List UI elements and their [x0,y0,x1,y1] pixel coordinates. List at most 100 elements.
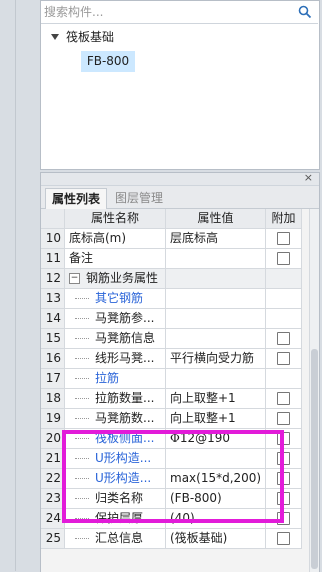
table-group-row[interactable]: 12 − 钢筋业务属性 [41,269,319,289]
property-value[interactable]: 平行横向受力筋 [166,349,266,369]
property-value[interactable] [166,329,266,349]
table-row[interactable]: 11 备注 [41,249,319,269]
attach-checkbox[interactable] [277,472,290,485]
property-value-text: 12@190 [179,431,231,445]
property-value[interactable]: (40) [166,509,266,529]
property-value[interactable]: (FB-800) [166,489,266,509]
property-name-text: 拉筋数量... [95,391,155,405]
attach-cell [266,449,302,469]
attach-checkbox[interactable] [277,512,290,525]
row-number: 16 [41,349,65,369]
table-row[interactable]: 22 U形构造... max(15*d,200) [41,469,319,489]
property-name-text: 汇总信息 [95,531,144,545]
attach-cell [266,249,302,269]
table-row[interactable]: 16 线形马凳... 平行横向受力筋 [41,349,319,369]
attach-cell [266,509,302,529]
attach-checkbox[interactable] [277,332,290,345]
table-row[interactable]: 15 马凳筋信息 [41,329,319,349]
expand-triangle-icon[interactable] [51,34,59,40]
table-row[interactable]: 23 归类名称 (FB-800) [41,489,319,509]
table-row[interactable]: 21 U形构造... [41,449,319,469]
row-number: 11 [41,249,65,269]
table-row[interactable]: 19 马凳筋数... 向上取整+1 [41,409,319,429]
row-number: 24 [41,509,65,529]
row-number: 10 [41,229,65,249]
search-box [41,1,318,24]
table-row[interactable]: 14 马凳筋参... [41,309,319,329]
property-name-text: 拉筋 [95,371,120,385]
attach-checkbox[interactable] [277,252,290,265]
property-value[interactable] [166,369,266,389]
attach-checkbox[interactable] [277,492,290,505]
property-value[interactable]: Φ12@190 [166,429,266,449]
attach-checkbox[interactable] [277,232,290,245]
table-row[interactable]: 17 拉筋 [41,369,319,389]
row-number: 21 [41,449,65,469]
tree-node-raft-foundation[interactable]: 筏板基础 [51,28,114,46]
component-tree-panel: 筏板基础 FB-800 [40,0,320,170]
row-number: 25 [41,529,65,549]
table-row[interactable]: 24 保护层厚... (40) [41,509,319,529]
attach-checkbox[interactable] [277,412,290,425]
table-row[interactable]: 25 汇总信息 (筏板基础) [41,529,319,549]
property-value[interactable] [166,449,266,469]
attach-checkbox[interactable] [277,532,290,545]
attach-checkbox[interactable] [277,452,290,465]
property-name: 备注 [65,249,166,269]
property-value[interactable] [166,309,266,329]
attach-cell [266,469,302,489]
attach-cell [266,369,302,389]
property-table: 属性名称 属性值 附加 10 底标高(m) 层底标高 11 备注 12 − 钢筋… [41,209,319,549]
attach-cell [266,309,302,329]
property-name-text: 马凳筋数... [95,411,155,425]
row-number: 23 [41,489,65,509]
row-number: 13 [41,289,65,309]
scrollbar-thumb[interactable] [311,349,318,569]
table-row[interactable]: 13 其它钢筋 [41,289,319,309]
table-header-row: 属性名称 属性值 附加 [41,209,319,229]
attach-cell [266,269,302,289]
attach-cell [266,289,302,309]
close-icon[interactable]: × [304,171,313,185]
tree-node-label: 筏板基础 [66,30,115,44]
property-value[interactable]: 向上取整+1 [166,409,266,429]
attach-checkbox[interactable] [277,352,290,365]
header-num-cell [41,209,65,229]
tree-line [75,377,89,380]
attach-checkbox[interactable] [277,392,290,405]
property-value[interactable] [166,289,266,309]
property-name: 马凳筋数... [65,409,166,429]
header-name: 属性名称 [65,209,166,229]
header-attach: 附加 [266,209,302,229]
table-row[interactable]: 10 底标高(m) 层底标高 [41,229,319,249]
property-name: 筏板侧面... [65,429,166,449]
tree-node-fb800[interactable]: FB-800 [81,51,135,72]
group-name-text: 钢筋业务属性 [86,271,159,285]
attach-cell [266,229,302,249]
property-name: 其它钢筋 [65,289,166,309]
tab-property-list[interactable]: 属性列表 [45,188,108,210]
vertical-scrollbar[interactable] [309,209,319,572]
property-name: 拉筋 [65,369,166,389]
row-number: 19 [41,409,65,429]
attach-cell [266,489,302,509]
collapse-icon[interactable]: − [69,273,80,284]
table-row[interactable]: 18 拉筋数量... 向上取整+1 [41,389,319,409]
property-value[interactable]: max(15*d,200) [166,469,266,489]
property-panel: × 属性列表 图层管理 属性名称 属性值 附加 10 底标高(m) 层底标高 1… [40,171,320,572]
search-input[interactable] [44,3,284,20]
attach-cell [266,389,302,409]
property-value[interactable] [166,249,266,269]
tab-layer-management[interactable]: 图层管理 [109,188,169,208]
property-name-text: 归类名称 [95,491,144,505]
tree-line [75,477,89,480]
property-value[interactable]: 向上取整+1 [166,389,266,409]
attach-checkbox[interactable] [277,432,290,445]
property-name-text: 保护层厚... [95,511,155,525]
property-value[interactable]: 层底标高 [166,229,266,249]
property-name: 马凳筋信息 [65,329,166,349]
tree-line [75,317,89,320]
table-row[interactable]: 20 筏板侧面... Φ12@190 [41,429,319,449]
property-value[interactable]: (筏板基础) [166,529,266,549]
search-icon[interactable] [298,5,312,19]
